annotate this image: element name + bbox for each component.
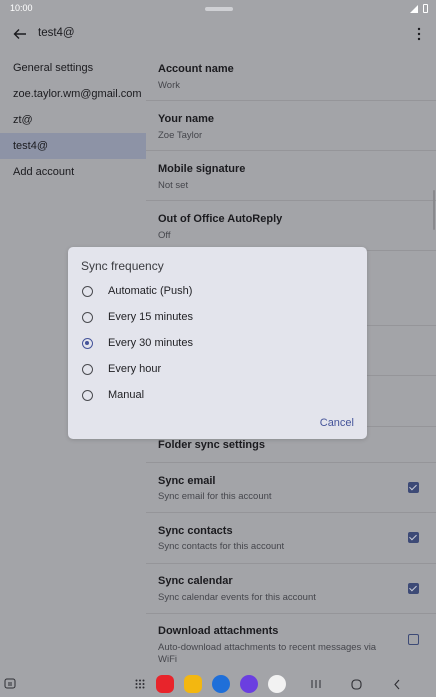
option-every-15-minutes[interactable]: Every 15 minutes [81,307,351,329]
mobile-signature-setting[interactable]: Mobile signature Not set [146,151,436,201]
purple-browser-app-icon[interactable] [240,675,258,693]
status-time: 10:00 [10,3,33,13]
drag-handle[interactable] [205,7,233,11]
setting-title: Download attachments [158,625,279,637]
status-bar: 10:00 [0,0,436,18]
dialog-title: Sync frequency [81,259,164,273]
more-options-icon[interactable] [416,27,422,41]
page-title: test4@ [38,27,75,39]
sync-email-setting[interactable]: Sync email Sync email for this account [146,463,436,513]
option-every-30-minutes[interactable]: Every 30 minutes [81,333,351,355]
option-manual[interactable]: Manual [81,385,351,407]
battery-icon [423,4,428,13]
sync-contacts-checkbox[interactable] [408,532,419,543]
app-drawer-icon[interactable] [135,679,145,689]
setting-value: Off [158,230,171,241]
account-item-general-settings[interactable]: General settings [0,55,146,81]
setting-title: Out of Office AutoReply [158,213,283,225]
account-item-zt[interactable]: zt@ [0,107,146,133]
setting-subtitle: Sync email for this account [158,491,272,502]
radio-button[interactable] [82,364,93,375]
sync-email-checkbox[interactable] [408,482,419,493]
blue-chat-app-icon[interactable] [212,675,230,693]
setting-subtitle: Sync calendar events for this account [158,592,316,603]
camera-app-icon[interactable] [268,675,286,693]
keyboard-switch-icon[interactable] [4,678,16,690]
account-name-setting[interactable]: Account name Work [146,50,436,101]
back-arrow-icon[interactable] [12,26,28,42]
radio-button[interactable] [82,286,93,297]
setting-title: Sync calendar [158,575,233,587]
setting-subtitle: Sync contacts for this account [158,541,285,552]
account-list: General settings zoe.taylor.wm@gmail.com… [0,55,146,185]
setting-title: Sync contacts [158,525,233,537]
option-label: Manual [108,389,145,401]
setting-value: Not set [158,180,189,191]
option-every-hour[interactable]: Every hour [81,359,351,381]
cancel-button[interactable]: Cancel [320,417,354,429]
app-bar: test4@ [0,18,436,50]
download-attachments-checkbox[interactable] [408,634,419,645]
setting-title: Account name [158,63,234,75]
signal-icon [410,5,418,13]
account-item-test4[interactable]: test4@ [0,133,146,159]
your-name-setting[interactable]: Your name Zoe Taylor [146,101,436,151]
sync-calendar-checkbox[interactable] [408,583,419,594]
option-label: Every 30 minutes [108,337,193,349]
download-attachments-setting[interactable]: Download attachments Auto-download attac… [146,614,436,670]
sync-contacts-setting[interactable]: Sync contacts Sync contacts for this acc… [146,513,436,564]
add-account-item[interactable]: Add account [0,159,146,185]
option-label: Every 15 minutes [108,311,193,323]
sync-calendar-setting[interactable]: Sync calendar Sync calendar events for t… [146,564,436,614]
account-item-gmail[interactable]: zoe.taylor.wm@gmail.com [0,81,146,107]
radio-button[interactable] [82,312,93,323]
setting-value: Work [158,80,180,91]
red-app-icon[interactable] [156,675,174,693]
back-nav-icon[interactable] [393,679,401,690]
radio-button-selected[interactable] [82,338,93,349]
setting-value: Zoe Taylor [158,130,203,141]
recent-apps-icon[interactable] [311,679,321,689]
setting-subtitle: Auto-download attachments to recent mess… [158,642,377,665]
out-of-office-setting[interactable]: Out of Office AutoReply Off [146,201,436,251]
home-icon[interactable] [351,679,362,690]
sync-frequency-dialog: Sync frequency Automatic (Push) Every 15… [68,247,367,439]
option-automatic-push[interactable]: Automatic (Push) [81,281,351,303]
setting-title: Your name [158,113,215,125]
navigation-bar [0,672,436,697]
option-label: Automatic (Push) [108,285,193,297]
scrollbar[interactable] [433,190,435,230]
radio-button[interactable] [82,390,93,401]
option-label: Every hour [108,363,162,375]
setting-title: Folder sync settings [158,439,265,451]
yellow-app-icon[interactable] [184,675,202,693]
setting-title: Mobile signature [158,163,246,175]
setting-title: Sync email [158,475,216,487]
